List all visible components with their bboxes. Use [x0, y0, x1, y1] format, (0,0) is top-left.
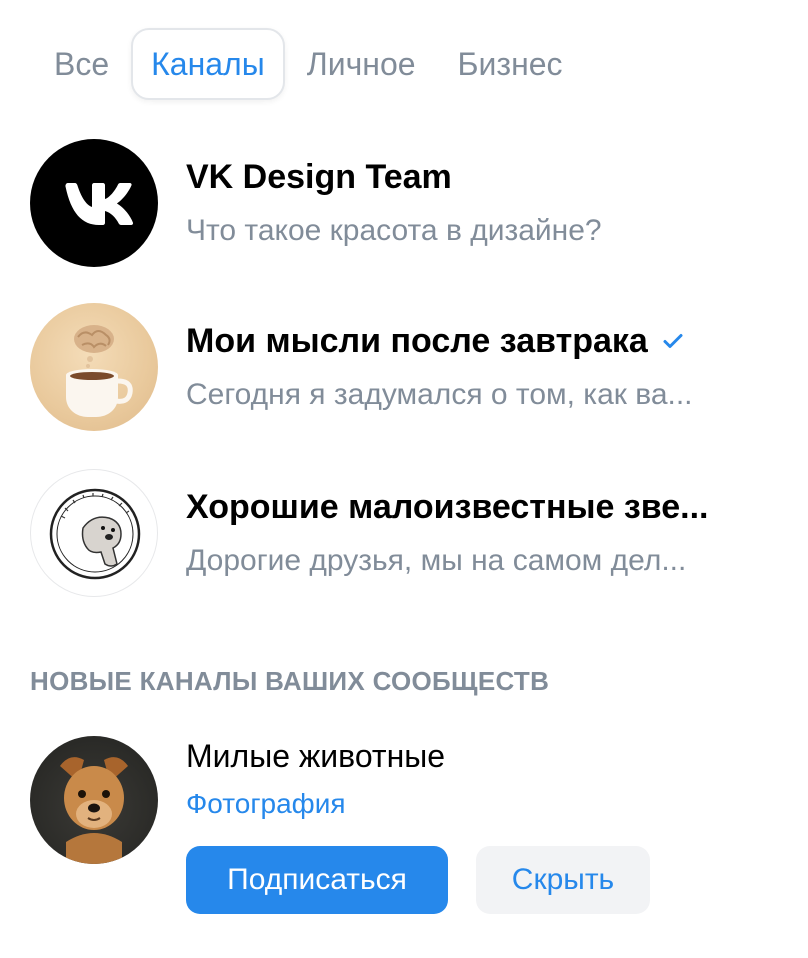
subscribe-button[interactable]: Подписаться	[186, 846, 448, 914]
channel-text: VK Design Team Что такое красота в дизай…	[186, 156, 790, 250]
dog-icon	[60, 757, 128, 864]
channel-title: Мои мысли после завтрака	[186, 320, 790, 362]
channel-item-little-known-animals[interactable]: Хорошие малоизвестные зве... Дорогие дру…	[30, 468, 790, 598]
channel-text: Хорошие малоизвестные зве... Дорогие дру…	[186, 486, 790, 580]
animal-stamp-icon	[49, 488, 141, 580]
channel-title-text: Мои мысли после завтрака	[186, 322, 648, 360]
animal-stamp-avatar	[30, 469, 158, 597]
channel-item-vk-design-team[interactable]: VK Design Team Что такое красота в дизай…	[30, 138, 790, 268]
channel-text: Мои мысли после завтрака Сегодня я задум…	[186, 320, 790, 414]
tab-personal[interactable]: Личное	[287, 28, 436, 100]
coffee-cup-icon	[66, 325, 133, 417]
suggested-channel-card: Милые животные Фотография Подписаться Ск…	[30, 736, 790, 926]
suggested-channel-name[interactable]: Милые животные	[186, 738, 445, 775]
coffee-brain-avatar	[30, 303, 158, 431]
section-header-new-channels: НОВЫЕ КАНАЛЫ ВАШИХ СООБЩЕСТВ	[30, 666, 550, 696]
hide-button[interactable]: Скрыть	[476, 846, 650, 914]
dog-photo-avatar[interactable]	[30, 736, 158, 864]
suggested-channel-category: Фотография	[186, 788, 346, 819]
channel-item-breakfast-thoughts[interactable]: Мои мысли после завтрака Сегодня я задум…	[30, 302, 790, 432]
tab-channels[interactable]: Каналы	[131, 28, 285, 100]
channel-title-text: Хорошие малоизвестные зве...	[186, 488, 709, 526]
tab-business[interactable]: Бизнес	[438, 28, 583, 100]
vk-logo-icon	[65, 183, 134, 225]
channel-last-message: Что такое красота в дизайне?	[186, 214, 602, 247]
channel-title-text: VK Design Team	[186, 158, 452, 196]
channel-title: Хорошие малоизвестные зве...	[186, 486, 790, 528]
tab-all[interactable]: Все	[34, 28, 129, 100]
verified-check-icon	[663, 334, 683, 348]
tab-bar: Все Каналы Личное Бизнес	[34, 28, 583, 100]
channel-title: VK Design Team	[186, 156, 790, 198]
vk-logo-avatar	[30, 139, 158, 267]
channel-last-message: Дорогие друзья, мы на самом дел...	[186, 544, 687, 577]
channel-last-message: Сегодня я задумался о том, как ва...	[186, 378, 693, 411]
